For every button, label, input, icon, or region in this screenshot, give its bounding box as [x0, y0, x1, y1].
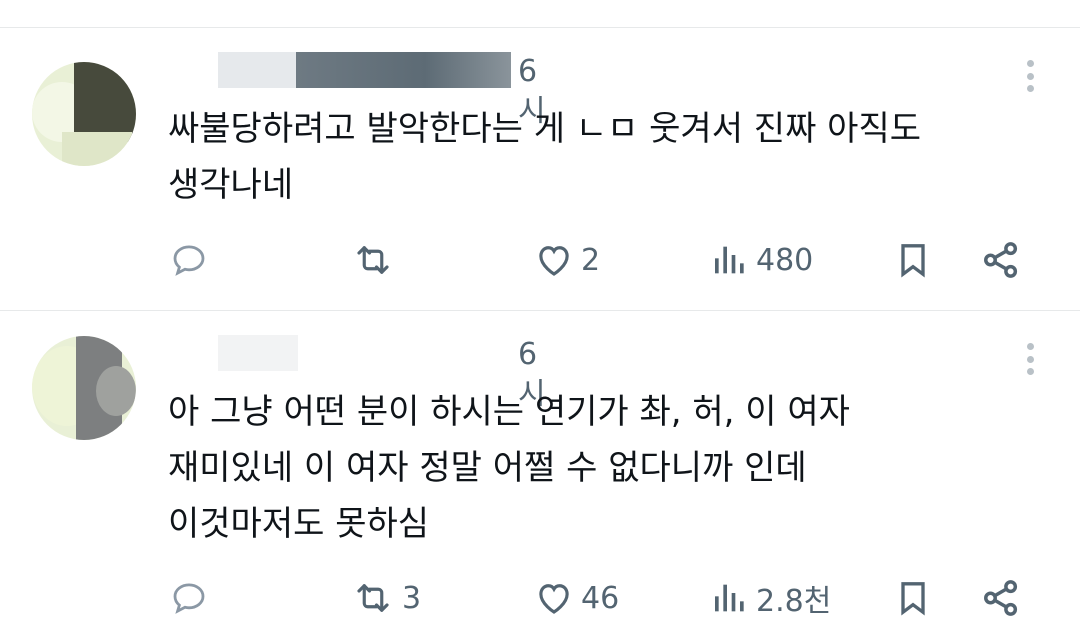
share-icon: [984, 580, 1018, 616]
action-bar: 3 46 2.8천: [0, 576, 1080, 620]
action-bar: 2 480: [0, 238, 1080, 282]
repost-icon: [357, 246, 389, 274]
bookmark-button[interactable]: [893, 576, 933, 620]
share-button[interactable]: [980, 576, 1022, 620]
like-count: 46: [581, 580, 620, 616]
more-vertical-icon[interactable]: [1020, 56, 1040, 96]
like-count: 2: [581, 242, 601, 278]
post-text: 아 그냥 어떤 분이 하시는 연기가 촤, 허, 이 여자 재미있네 이 여자 …: [168, 392, 850, 544]
views-button[interactable]: 2.8천: [710, 576, 831, 620]
more-vertical-icon[interactable]: [1020, 339, 1040, 379]
views-icon: [715, 584, 744, 612]
avatar[interactable]: [32, 62, 136, 166]
views-icon: [715, 246, 744, 274]
repost-button[interactable]: [350, 238, 402, 282]
views-count: 480: [756, 242, 814, 278]
views-count: 2.8천: [756, 584, 832, 619]
redacted-username: [218, 52, 298, 88]
avatar[interactable]: [32, 336, 136, 440]
reply-button[interactable]: [168, 576, 216, 620]
heart-icon: [539, 246, 569, 276]
bookmark-icon: [901, 244, 925, 278]
redacted-username: [218, 335, 298, 371]
bookmark-button[interactable]: [893, 238, 933, 282]
post-1[interactable]: 6시 싸불당하려고 발악한다는 게 ㄴㅁ 웃겨서 진짜 아직도 생각나네 2 4…: [0, 28, 1080, 310]
reply-icon: [173, 583, 205, 614]
like-button[interactable]: 46: [533, 576, 619, 620]
reply-icon: [173, 245, 205, 276]
share-icon: [984, 242, 1018, 278]
heart-icon: [539, 584, 569, 614]
share-button[interactable]: [980, 238, 1022, 282]
like-button[interactable]: 2: [533, 238, 600, 282]
redacted-handle: [296, 52, 511, 88]
reply-button[interactable]: [168, 238, 216, 282]
repost-count: 3: [402, 580, 422, 616]
repost-button[interactable]: 3: [350, 576, 421, 620]
views-button[interactable]: 480: [710, 238, 813, 282]
repost-icon: [357, 584, 389, 612]
post-2[interactable]: 6시 아 그냥 어떤 분이 하시는 연기가 촤, 허, 이 여자 재미있네 이 …: [0, 311, 1080, 634]
bookmark-icon: [901, 582, 925, 616]
post-text: 싸불당하려고 발악한다는 게 ㄴㅁ 웃겨서 진짜 아직도 생각나네: [168, 109, 922, 205]
